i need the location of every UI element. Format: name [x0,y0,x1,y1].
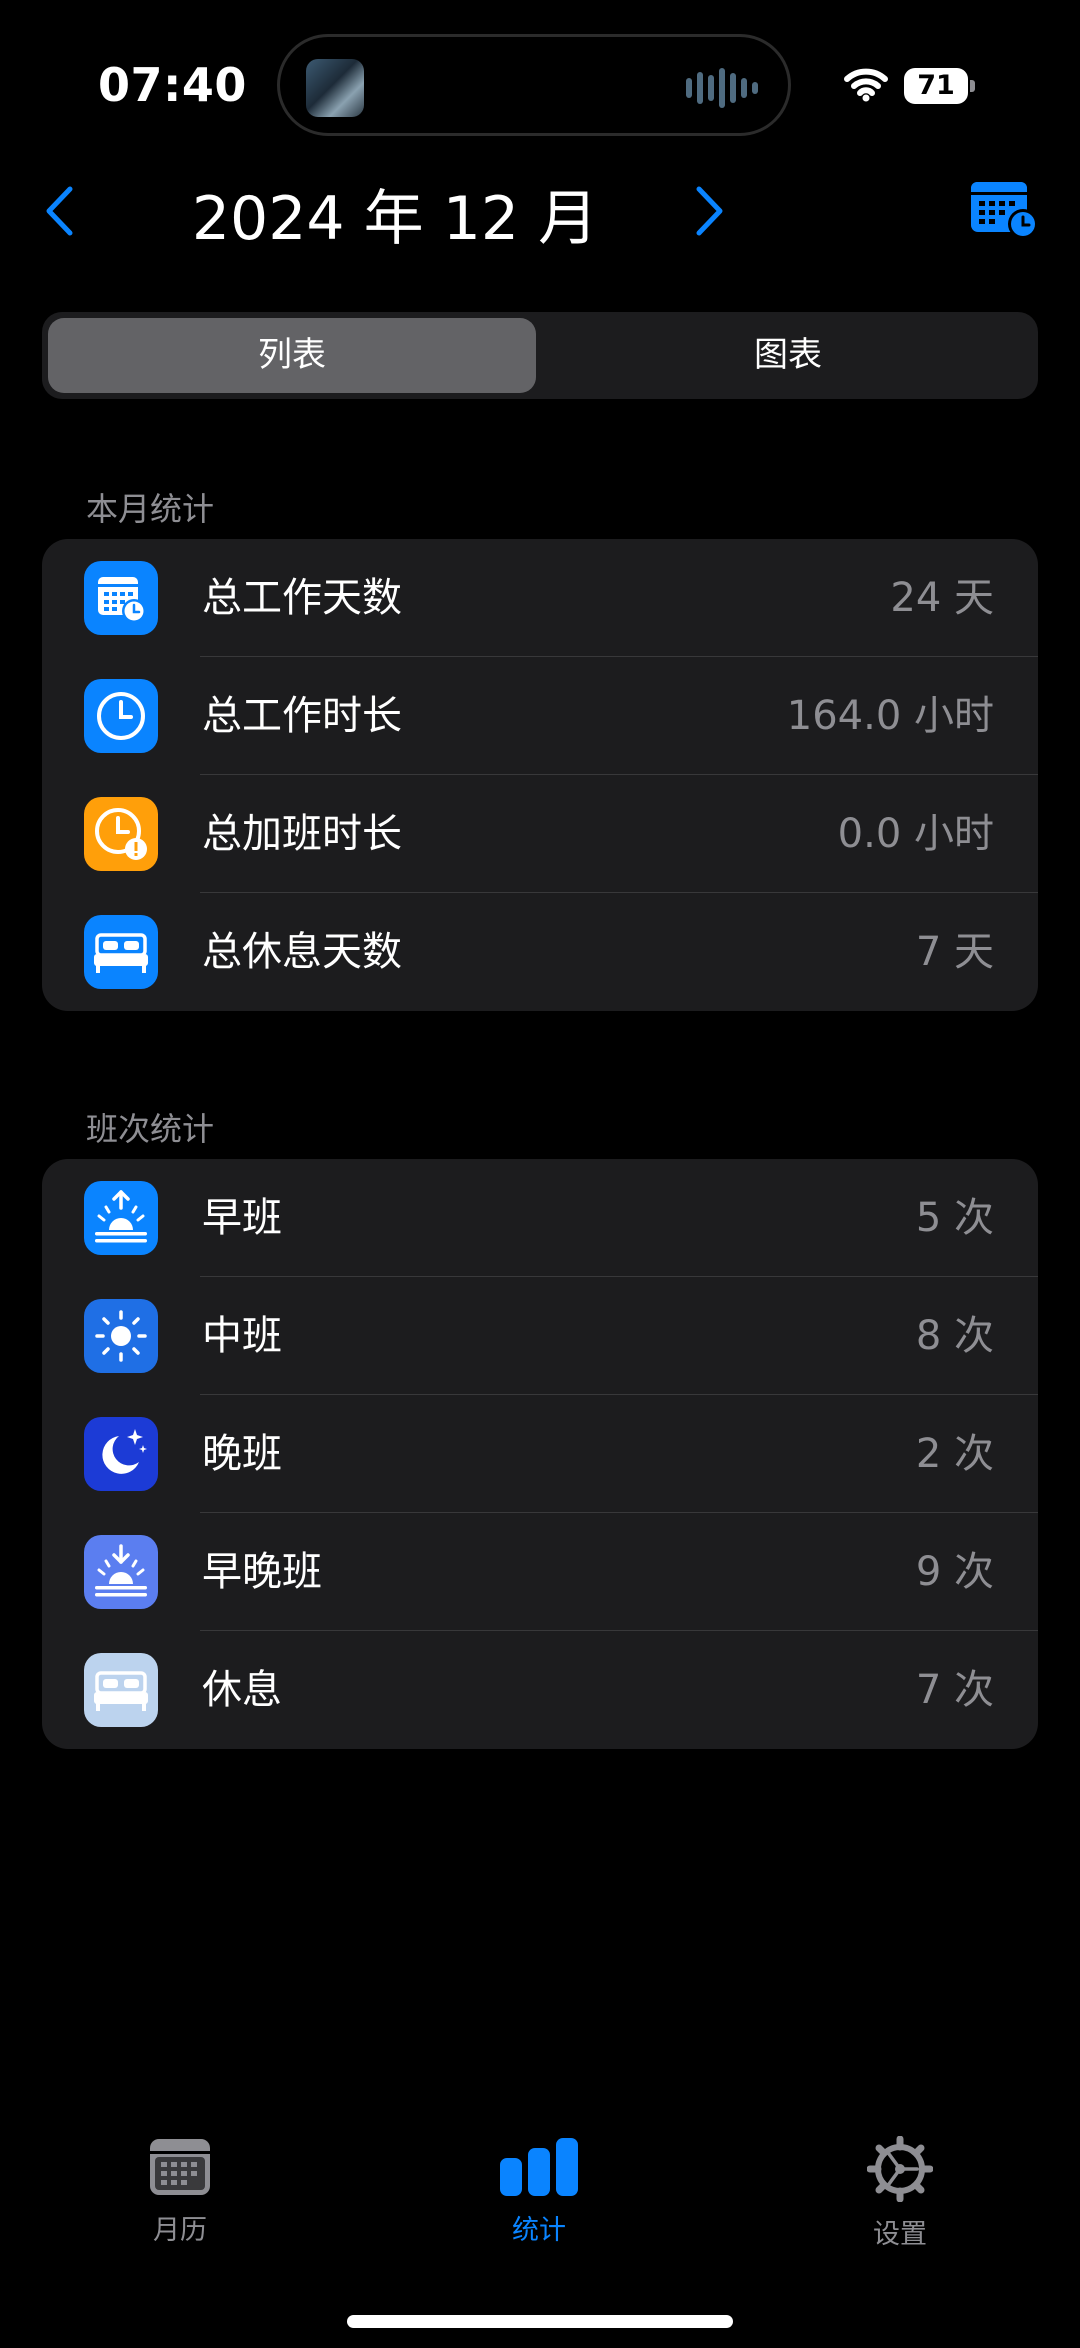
shift-section-title: 班次统计 [86,1110,215,1148]
bed-icon [84,915,158,989]
stat-row-total-rest-days: 总休息天数 7 天 [42,893,1038,1011]
shift-label: 休息 [202,1667,282,1713]
tab-statistics[interactable]: 统计 [449,2136,629,2247]
bed-icon [84,1653,158,1727]
home-indicator[interactable] [347,2315,733,2328]
shift-count: 7 次 [915,1667,994,1713]
stat-row-total-overtime: 总加班时长 0.0 小时 [42,775,1038,893]
calendar-icon [150,2139,210,2195]
shift-label: 早班 [202,1195,282,1241]
shift-row-early-late: 早晚班 9 次 [42,1513,1038,1631]
monthly-section-title: 本月统计 [86,490,215,528]
shift-count: 2 次 [915,1431,994,1477]
now-playing-artwork [306,59,364,117]
shift-row-rest: 休息 7 次 [42,1631,1038,1749]
moon-stars-icon [84,1417,158,1491]
clock-alert-icon [84,797,158,871]
stat-value: 164.0 小时 [786,693,994,739]
shift-row-early: 早班 5 次 [42,1159,1038,1277]
stat-label: 总工作天数 [202,575,402,621]
shift-label: 中班 [202,1313,282,1359]
stat-row-total-work-hours: 总工作时长 164.0 小时 [42,657,1038,775]
monthly-stats-card: 总工作天数 24 天 总工作时长 164.0 小时 总加班时长 0.0 小时 总… [42,539,1038,1011]
battery-level: 71 [904,68,968,104]
shift-count: 9 次 [915,1549,994,1595]
shift-stats-card: 早班 5 次 中班 8 次 晚班 2 次 早晚班 9 次 休息 7 次 [42,1159,1038,1749]
bar-chart-icon [500,2138,578,2196]
tab-label: 统计 [512,2215,566,2246]
month-title: 2024 年 12 月 [191,184,599,254]
stat-row-total-work-days: 总工作天数 24 天 [42,539,1038,657]
status-time: 07:40 [98,58,247,112]
shift-label: 早晚班 [202,1549,322,1595]
stat-label: 总休息天数 [202,929,402,975]
stat-label: 总加班时长 [202,811,402,857]
shift-count: 8 次 [915,1313,994,1359]
stat-value: 7 天 [915,929,994,975]
tab-calendar[interactable]: 月历 [90,2136,270,2247]
wifi-icon [844,68,888,102]
tab-label: 月历 [153,2215,207,2246]
tab-label: 设置 [873,2219,927,2250]
stat-label: 总工作时长 [202,693,402,739]
gear-icon [866,2135,934,2203]
sun-icon [84,1299,158,1373]
segment-list[interactable]: 列表 [48,318,536,393]
audio-waveform-icon [686,63,758,113]
stat-value: 24 天 [890,575,994,621]
sunset-icon [84,1535,158,1609]
shift-label: 晚班 [202,1431,282,1477]
next-month-button[interactable] [695,185,725,237]
stat-value: 0.0 小时 [837,811,994,857]
shift-count: 5 次 [915,1195,994,1241]
shift-row-middle: 中班 8 次 [42,1277,1038,1395]
calendar-picker-button[interactable] [968,176,1040,242]
shift-row-night: 晚班 2 次 [42,1395,1038,1513]
sunrise-icon [84,1181,158,1255]
view-mode-segmented-control: 列表 图表 [42,312,1038,399]
dynamic-island[interactable] [277,34,791,136]
segment-chart[interactable]: 图表 [544,318,1032,393]
tab-settings[interactable]: 设置 [810,2135,990,2251]
battery-tip [970,80,975,92]
previous-month-button[interactable] [44,185,74,237]
clock-icon [84,679,158,753]
calendar-clock-icon [84,561,158,635]
